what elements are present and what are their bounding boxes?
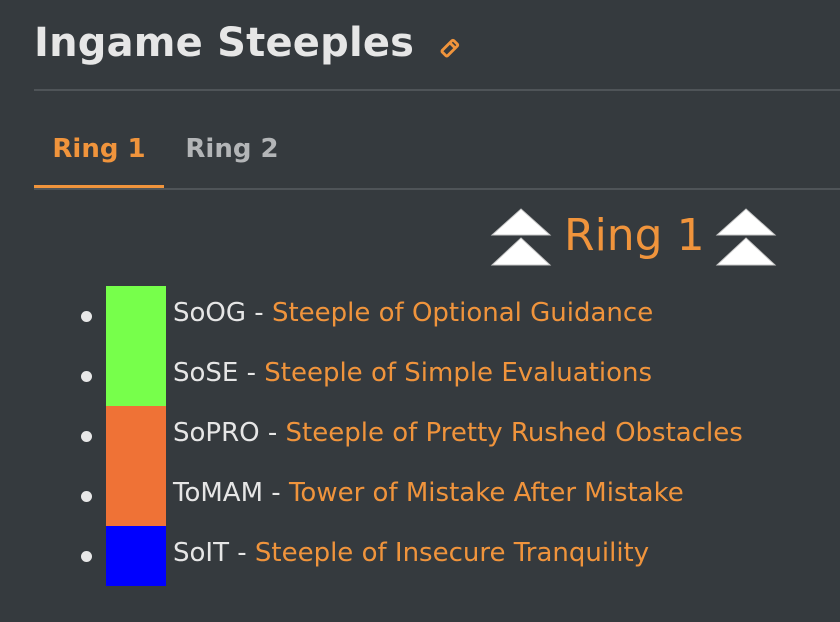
list-item: ToMAM - Tower of Mistake After Mistake: [0, 466, 840, 526]
pencil-icon[interactable]: [438, 34, 464, 60]
tab-ring-2[interactable]: Ring 2: [182, 116, 282, 188]
steeple-abbreviation: SoOG: [173, 298, 247, 328]
difficulty-color-swatch: [106, 466, 166, 526]
steeple-link[interactable]: Steeple of Pretty Rushed Obstacles: [286, 418, 743, 448]
bullet: [81, 371, 92, 382]
tabs-divider: [34, 188, 840, 190]
separator: -: [259, 418, 286, 448]
difficulty-color-swatch: [106, 286, 166, 346]
ring-heading: Ring 1: [490, 206, 777, 268]
steeple-text: SoIT - Steeple of Insecure Tranquility: [173, 538, 649, 568]
page-title: Ingame Steeples: [34, 20, 415, 66]
double-chevron-up-icon: [715, 208, 776, 266]
page: Ingame Steeples Ring 1 Ring 2 Ring 1 SoO…: [0, 0, 840, 622]
bullet: [81, 491, 92, 502]
steeple-text: SoOG - Steeple of Optional Guidance: [173, 298, 653, 328]
difficulty-color-swatch: [106, 526, 166, 586]
bullet: [81, 311, 92, 322]
tab-ring-1[interactable]: Ring 1: [34, 116, 164, 188]
steeple-text: SoSE - Steeple of Simple Evaluations: [173, 358, 652, 388]
title-divider: [34, 89, 840, 91]
title-row: Ingame Steeples: [34, 20, 464, 66]
difficulty-color-swatch: [106, 406, 166, 466]
steeple-abbreviation: ToMAM: [173, 478, 264, 508]
steeple-link[interactable]: Steeple of Simple Evaluations: [264, 358, 652, 388]
steeple-text: SoPRO - Steeple of Pretty Rushed Obstacl…: [173, 418, 743, 448]
list-item: SoPRO - Steeple of Pretty Rushed Obstacl…: [0, 406, 840, 466]
ring-tabs: Ring 1 Ring 2: [34, 116, 840, 190]
steeple-abbreviation: SoIT: [173, 538, 229, 568]
steeple-text: ToMAM - Tower of Mistake After Mistake: [173, 478, 684, 508]
separator: -: [238, 358, 265, 388]
steeple-list: SoOG - Steeple of Optional Guidance SoSE…: [0, 286, 840, 586]
separator: -: [263, 478, 289, 508]
steeple-link[interactable]: Steeple of Optional Guidance: [272, 298, 653, 328]
steeple-link[interactable]: Tower of Mistake After Mistake: [289, 478, 684, 508]
list-item: SoIT - Steeple of Insecure Tranquility: [0, 526, 840, 586]
separator: -: [246, 298, 272, 328]
list-item: SoOG - Steeple of Optional Guidance: [0, 286, 840, 346]
steeple-link[interactable]: Steeple of Insecure Tranquility: [255, 538, 649, 568]
bullet: [81, 551, 92, 562]
bullet: [81, 431, 92, 442]
steeple-abbreviation: SoSE: [173, 358, 239, 388]
double-chevron-up-icon: [490, 208, 552, 266]
separator: -: [228, 538, 255, 568]
ring-title: Ring 1: [564, 209, 705, 261]
difficulty-color-swatch: [106, 346, 166, 406]
steeple-abbreviation: SoPRO: [173, 418, 260, 448]
list-item: SoSE - Steeple of Simple Evaluations: [0, 346, 840, 406]
